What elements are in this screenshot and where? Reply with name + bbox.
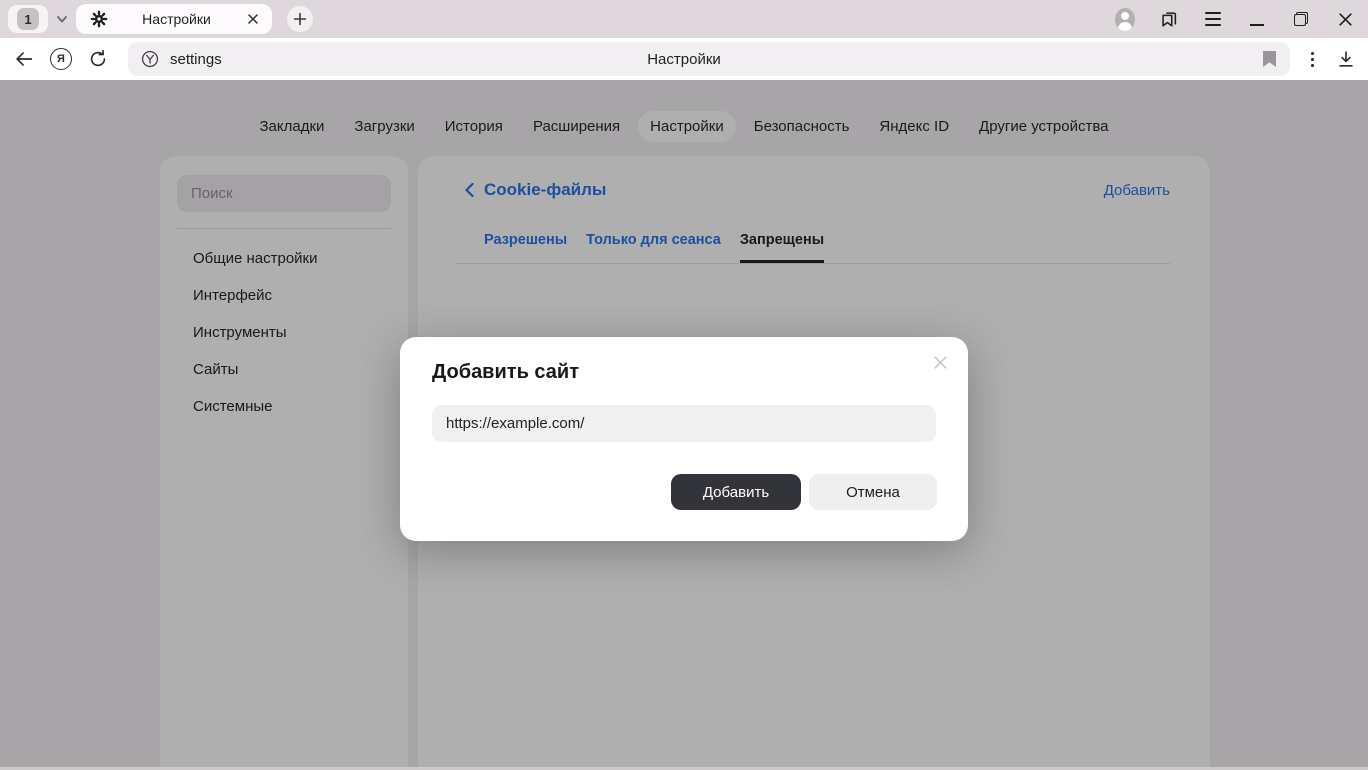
- window-controls: [1115, 0, 1355, 38]
- settings-page: Закладки Загрузки История Расширения Нас…: [0, 80, 1368, 770]
- browser-tab-settings[interactable]: Настройки: [76, 4, 272, 34]
- browser-toolbar: Я settings Настройки: [0, 38, 1368, 80]
- yandex-logo[interactable]: Я: [48, 46, 74, 72]
- dialog-title: Добавить сайт: [432, 361, 579, 384]
- tab-group-button[interactable]: 1: [8, 5, 48, 33]
- site-url-input[interactable]: [432, 405, 936, 442]
- window-close-icon[interactable]: [1335, 9, 1355, 29]
- cancel-button[interactable]: Отмена: [809, 474, 937, 510]
- back-icon[interactable]: [11, 46, 37, 72]
- minimize-icon[interactable]: [1247, 9, 1267, 29]
- tab-close-icon[interactable]: [244, 10, 262, 28]
- avatar: [1115, 8, 1135, 31]
- restore-icon[interactable]: [1291, 9, 1311, 29]
- tab-strip: 1 Настройки: [0, 0, 1368, 38]
- address-bar[interactable]: settings: [128, 42, 1290, 76]
- reload-icon[interactable]: [85, 46, 111, 72]
- tab-group-badge: 1: [17, 8, 39, 30]
- profile-button[interactable]: [1115, 9, 1135, 29]
- download-icon[interactable]: [1336, 49, 1356, 69]
- toolbar-right: [1311, 38, 1356, 80]
- tab-title: Настройки: [109, 11, 244, 27]
- new-tab-button[interactable]: [287, 6, 313, 32]
- url-text: settings: [170, 51, 222, 68]
- bookmark-icon[interactable]: [1260, 50, 1278, 68]
- side-panels-icon[interactable]: [1159, 9, 1179, 29]
- dialog-close-icon[interactable]: [931, 353, 949, 371]
- add-button[interactable]: Добавить: [671, 474, 801, 510]
- chevron-down-icon[interactable]: [52, 9, 72, 29]
- protect-icon[interactable]: [140, 49, 160, 69]
- menu-icon[interactable]: [1203, 9, 1223, 29]
- dialog-buttons: Добавить Отмена: [671, 474, 937, 510]
- kebab-icon[interactable]: [1311, 52, 1314, 67]
- gear-icon: [89, 9, 109, 29]
- add-site-dialog: Добавить сайт Добавить Отмена: [400, 337, 968, 541]
